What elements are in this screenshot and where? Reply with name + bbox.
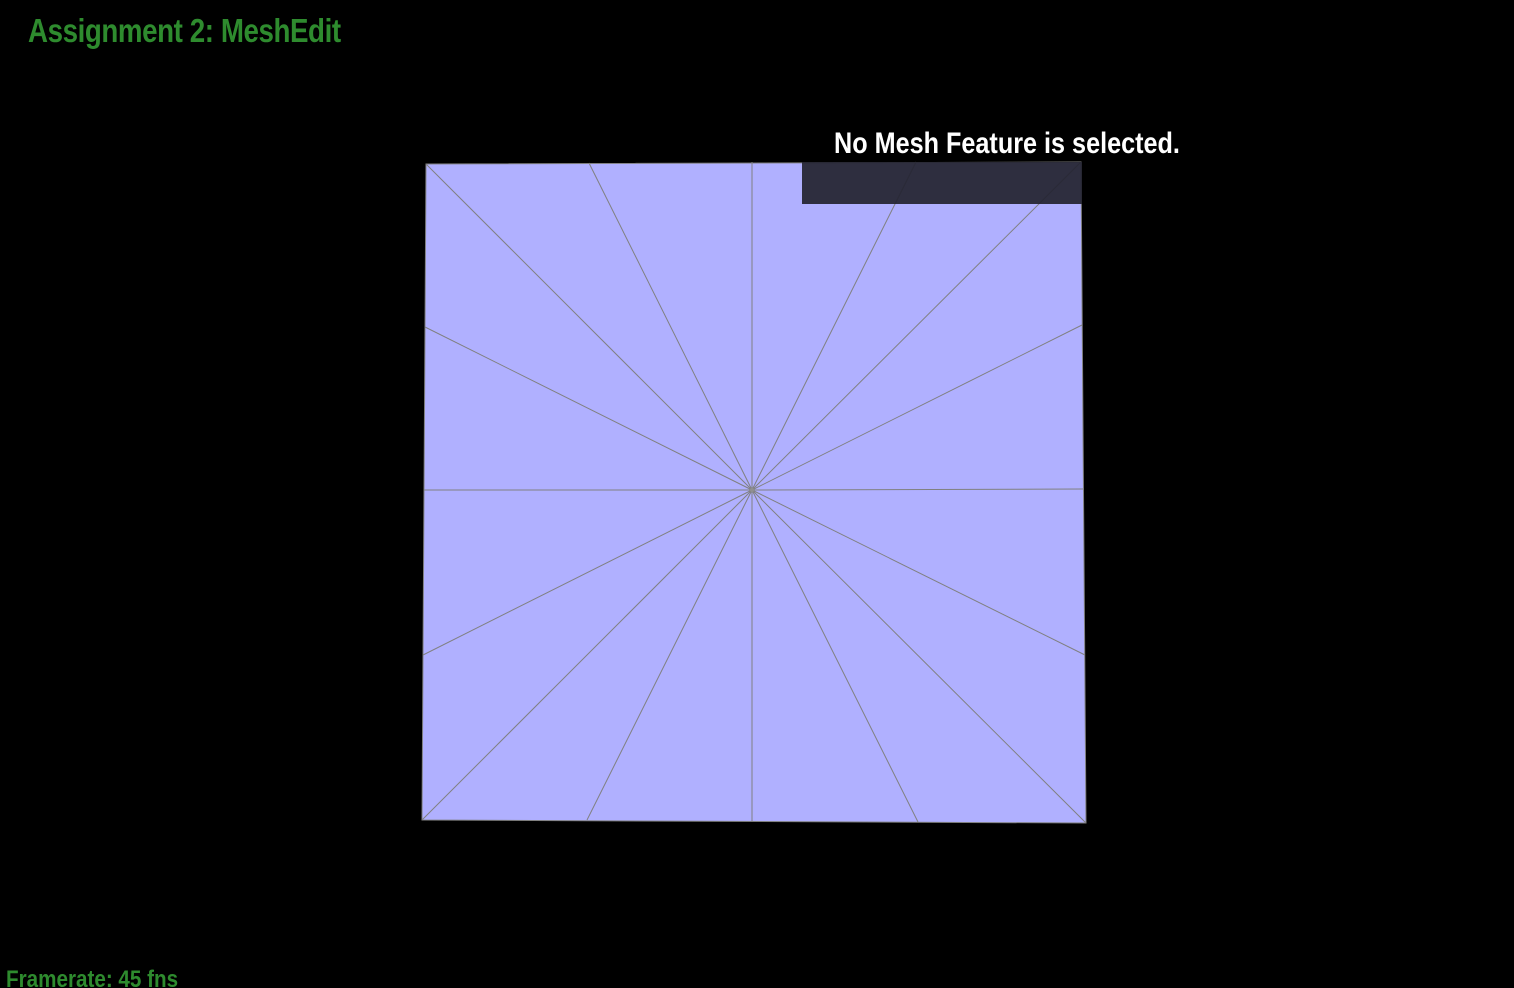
selection-status-text: No Mesh Feature is selected. [834, 127, 1180, 160]
framerate-readout: Framerate: 45 fns [6, 966, 179, 988]
mesh-canvas[interactable] [0, 0, 1514, 988]
center-vertex[interactable] [750, 488, 754, 492]
mesh-viewport[interactable]: Assignment 2: MeshEdit No Mesh Feature i… [0, 0, 1514, 988]
selection-info-panel [802, 162, 1082, 204]
